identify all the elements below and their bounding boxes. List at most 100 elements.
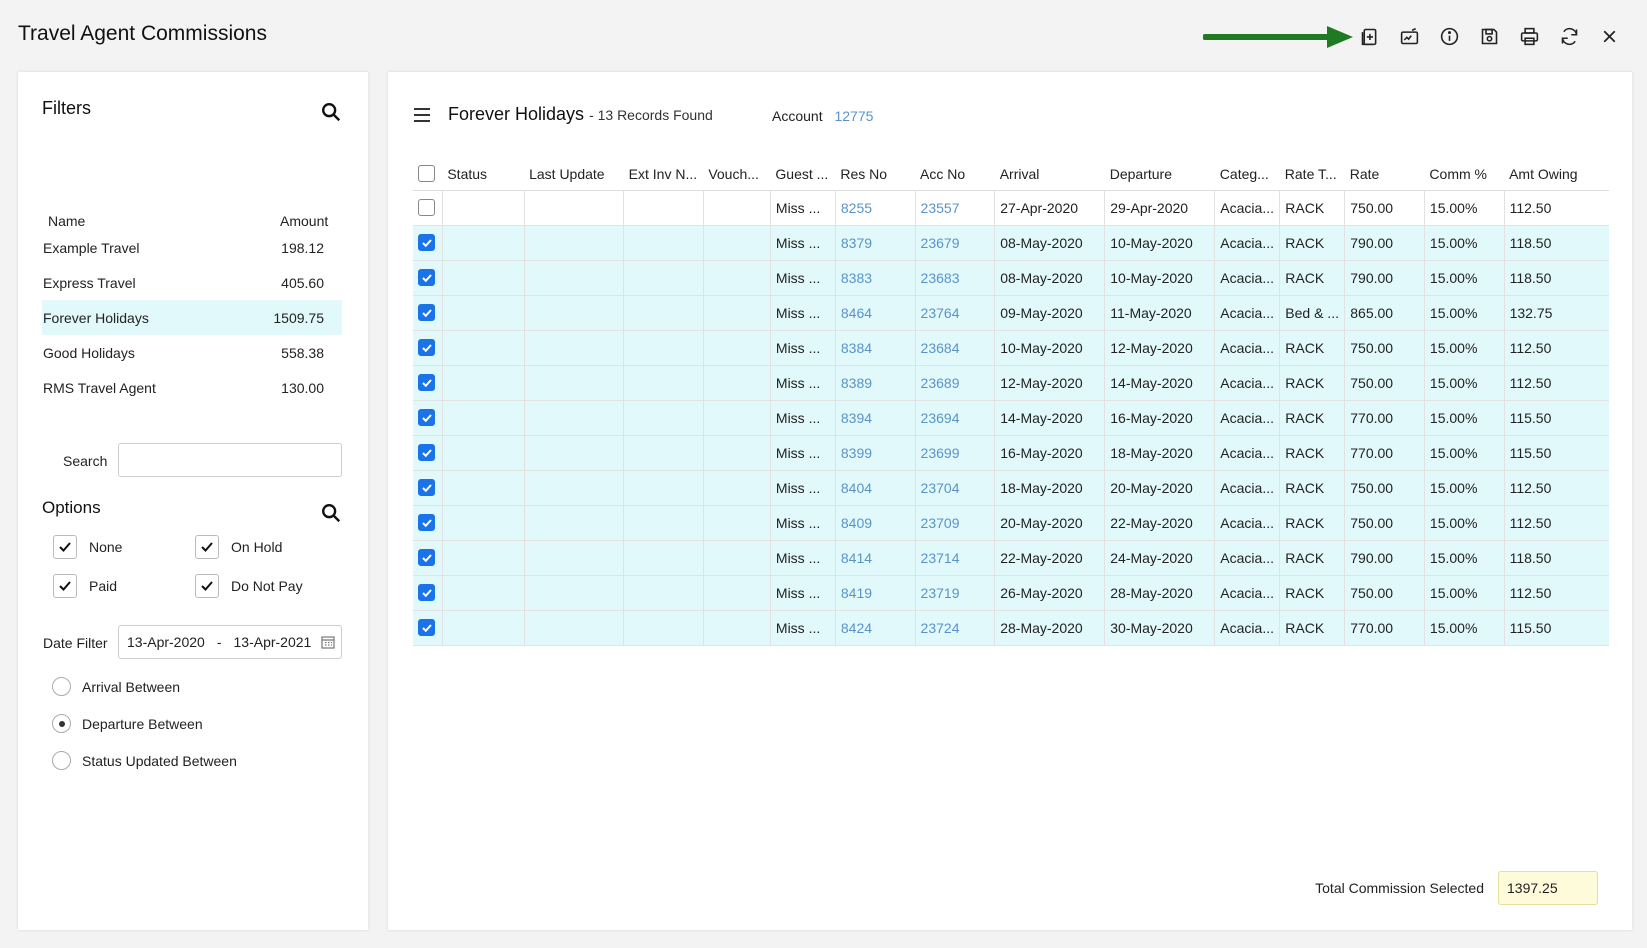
select-all-header[interactable] bbox=[413, 158, 443, 191]
calendar-icon[interactable] bbox=[321, 635, 335, 649]
table-row[interactable]: Miss ... 8389 23689 12-May-2020 14-May-2020 A… bbox=[413, 365, 1609, 401]
option-do-not-pay-checkbox[interactable] bbox=[195, 574, 219, 598]
res-no-link[interactable]: 8399 bbox=[835, 435, 916, 471]
acc-no-link[interactable]: 23689 bbox=[915, 365, 996, 401]
res-no-link[interactable]: 8384 bbox=[835, 330, 916, 366]
column-header[interactable]: Acc No bbox=[915, 158, 995, 191]
hamburger-menu-icon[interactable] bbox=[413, 107, 431, 123]
option-paid[interactable]: Paid bbox=[53, 574, 117, 598]
info-button[interactable] bbox=[1429, 20, 1469, 52]
row-checkbox[interactable] bbox=[418, 549, 435, 566]
acc-no-link[interactable]: 23704 bbox=[915, 470, 996, 506]
res-no-link[interactable]: 8404 bbox=[835, 470, 916, 506]
table-row[interactable]: Miss ... 8464 23764 09-May-2020 11-May-2020 A… bbox=[413, 295, 1609, 331]
row-checkbox[interactable] bbox=[418, 584, 435, 601]
radio-button-selected[interactable] bbox=[52, 714, 71, 733]
option-none-checkbox[interactable] bbox=[53, 535, 77, 559]
row-select-cell[interactable] bbox=[413, 365, 443, 401]
res-no-link[interactable]: 8379 bbox=[835, 225, 916, 261]
res-no-link[interactable]: 8383 bbox=[835, 260, 916, 296]
acc-no-link[interactable]: 23714 bbox=[915, 540, 996, 576]
column-header[interactable]: Rate bbox=[1344, 158, 1425, 191]
column-header[interactable]: Res No bbox=[835, 158, 916, 191]
row-checkbox[interactable] bbox=[418, 374, 435, 391]
column-header[interactable]: Last Update bbox=[524, 158, 624, 191]
account-number-link[interactable]: 12775 bbox=[834, 108, 873, 124]
column-header[interactable]: Vouch... bbox=[703, 158, 771, 191]
row-select-cell[interactable] bbox=[413, 400, 443, 436]
res-no-link[interactable]: 8255 bbox=[835, 190, 916, 226]
radio-status-updated-between[interactable]: Status Updated Between bbox=[52, 751, 237, 770]
column-header[interactable]: Amt Owing bbox=[1504, 158, 1609, 191]
radio-arrival-between[interactable]: Arrival Between bbox=[52, 677, 180, 696]
agent-row-selected[interactable]: Forever Holidays 1509.75 bbox=[42, 300, 342, 335]
table-row[interactable]: Miss ... 8409 23709 20-May-2020 22-May-2020 A… bbox=[413, 505, 1609, 541]
add-document-button[interactable] bbox=[1349, 20, 1389, 52]
row-select-cell[interactable] bbox=[413, 575, 443, 611]
acc-no-link[interactable]: 23684 bbox=[915, 330, 996, 366]
column-header[interactable]: Arrival bbox=[994, 158, 1105, 191]
row-select-cell[interactable] bbox=[413, 225, 443, 261]
res-no-link[interactable]: 8409 bbox=[835, 505, 916, 541]
acc-no-link[interactable]: 23679 bbox=[915, 225, 996, 261]
acc-no-link[interactable]: 23694 bbox=[915, 400, 996, 436]
table-row[interactable]: Miss ... 8404 23704 18-May-2020 20-May-2020 A… bbox=[413, 470, 1609, 506]
sign-button[interactable] bbox=[1389, 20, 1429, 52]
row-select-cell[interactable] bbox=[413, 470, 443, 506]
row-checkbox[interactable] bbox=[418, 514, 435, 531]
row-select-cell[interactable] bbox=[413, 330, 443, 366]
table-row[interactable]: Miss ... 8419 23719 26-May-2020 28-May-2020 A… bbox=[413, 575, 1609, 611]
acc-no-link[interactable]: 23557 bbox=[915, 190, 996, 226]
agent-row[interactable]: Good Holidays 558.38 bbox=[42, 335, 342, 370]
row-select-cell[interactable] bbox=[413, 260, 443, 296]
res-no-link[interactable]: 8424 bbox=[835, 610, 916, 646]
column-header[interactable]: Rate T... bbox=[1279, 158, 1345, 191]
row-checkbox[interactable] bbox=[418, 409, 435, 426]
select-all-checkbox[interactable] bbox=[418, 165, 435, 183]
options-search-icon[interactable] bbox=[320, 502, 342, 524]
option-paid-checkbox[interactable] bbox=[53, 574, 77, 598]
table-row[interactable]: Miss ... 8399 23699 16-May-2020 18-May-2020 A… bbox=[413, 435, 1609, 471]
res-no-link[interactable]: 8419 bbox=[835, 575, 916, 611]
table-row[interactable]: Miss ... 8383 23683 08-May-2020 10-May-2020 A… bbox=[413, 260, 1609, 296]
save-button[interactable] bbox=[1469, 20, 1509, 52]
agent-row[interactable]: Example Travel 198.12 bbox=[42, 230, 342, 265]
column-header[interactable]: Guest ... bbox=[770, 158, 836, 191]
option-on-hold-checkbox[interactable] bbox=[195, 535, 219, 559]
refresh-button[interactable] bbox=[1549, 20, 1589, 52]
acc-no-link[interactable]: 23764 bbox=[915, 295, 996, 331]
date-filter-input[interactable]: 13-Apr-2020 - 13-Apr-2021 bbox=[118, 625, 342, 659]
option-none[interactable]: None bbox=[53, 535, 122, 559]
table-row[interactable]: Miss ... 8255 23557 27-Apr-2020 29-Apr-2020 A… bbox=[413, 190, 1609, 226]
table-row[interactable]: Miss ... 8424 23724 28-May-2020 30-May-2020 A… bbox=[413, 610, 1609, 646]
acc-no-link[interactable]: 23724 bbox=[915, 610, 996, 646]
radio-button[interactable] bbox=[52, 751, 71, 770]
res-no-link[interactable]: 8414 bbox=[835, 540, 916, 576]
row-checkbox[interactable] bbox=[418, 619, 435, 636]
row-select-cell[interactable] bbox=[413, 435, 443, 471]
res-no-link[interactable]: 8464 bbox=[835, 295, 916, 331]
acc-no-link[interactable]: 23683 bbox=[915, 260, 996, 296]
row-checkbox[interactable] bbox=[418, 304, 435, 321]
agent-row[interactable]: Express Travel 405.60 bbox=[42, 265, 342, 300]
column-header[interactable]: Status bbox=[442, 158, 525, 191]
acc-no-link[interactable]: 23699 bbox=[915, 435, 996, 471]
row-checkbox[interactable] bbox=[418, 444, 435, 461]
row-select-cell[interactable] bbox=[413, 295, 443, 331]
search-icon[interactable] bbox=[320, 101, 342, 123]
option-do-not-pay[interactable]: Do Not Pay bbox=[195, 574, 303, 598]
option-on-hold[interactable]: On Hold bbox=[195, 535, 282, 559]
row-checkbox[interactable] bbox=[418, 234, 435, 251]
column-header[interactable]: Departure bbox=[1104, 158, 1215, 191]
row-checkbox[interactable] bbox=[418, 339, 435, 356]
row-select-cell[interactable] bbox=[413, 540, 443, 576]
radio-departure-between[interactable]: Departure Between bbox=[52, 714, 203, 733]
print-button[interactable] bbox=[1509, 20, 1549, 52]
row-select-cell[interactable] bbox=[413, 505, 443, 541]
acc-no-link[interactable]: 23709 bbox=[915, 505, 996, 541]
column-header[interactable]: Ext Inv N... bbox=[623, 158, 704, 191]
table-row[interactable]: Miss ... 8394 23694 14-May-2020 16-May-2020 A… bbox=[413, 400, 1609, 436]
acc-no-link[interactable]: 23719 bbox=[915, 575, 996, 611]
res-no-link[interactable]: 8389 bbox=[835, 365, 916, 401]
column-header[interactable]: Comm % bbox=[1424, 158, 1505, 191]
